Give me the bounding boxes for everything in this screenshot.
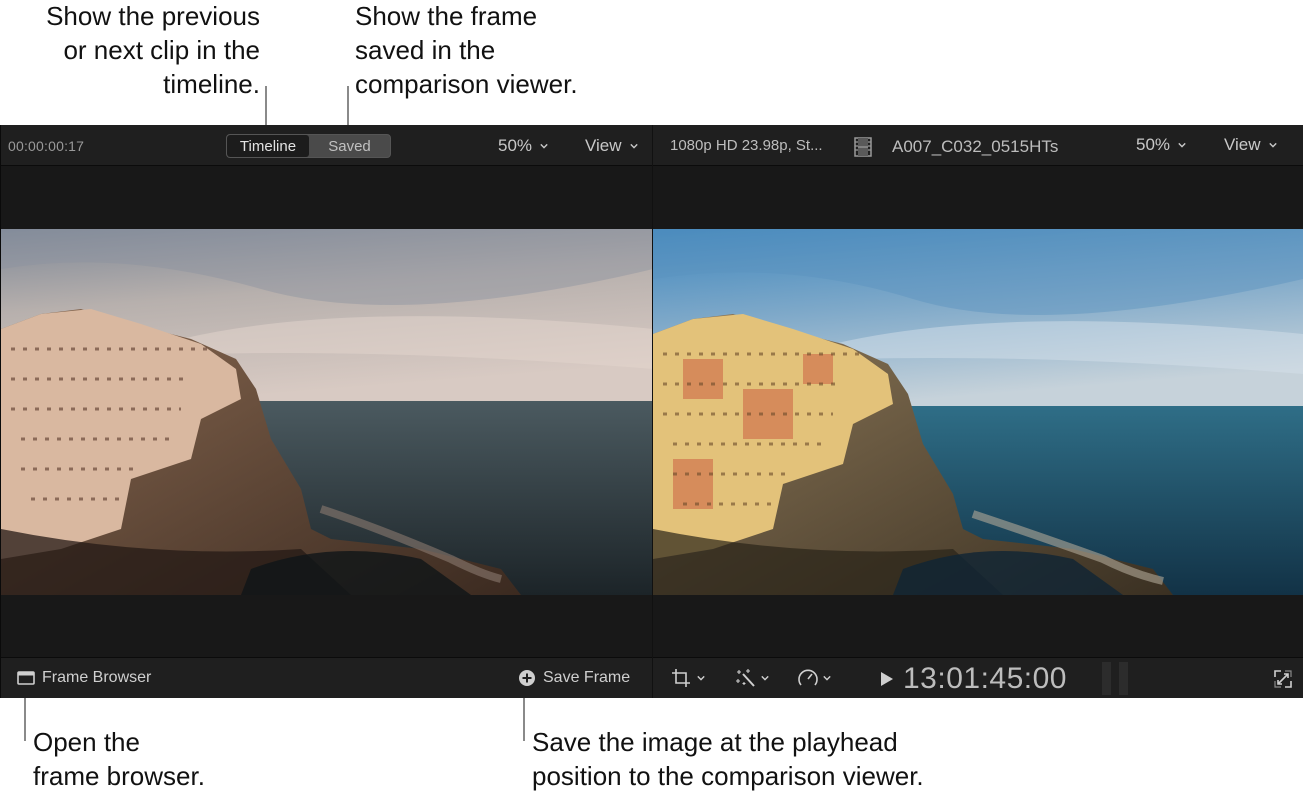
- view-label: View: [1224, 135, 1261, 154]
- timeline-saved-segmented-control[interactable]: Timeline Saved: [226, 134, 391, 158]
- comparison-viewer-bottom-bar: Frame Browser Save Frame: [1, 657, 652, 698]
- main-canvas: [653, 166, 1303, 657]
- chevron-down-icon: [1178, 142, 1186, 148]
- magic-wand-icon: [736, 669, 755, 687]
- callout-saved-frame: Show the frame saved in the comparison v…: [355, 1, 578, 99]
- callout-save-frame: Save the image at the playhead position …: [532, 727, 924, 791]
- speedometer-icon: [798, 669, 818, 686]
- main-viewer: 1080p HD 23.98p, St... A007_C032_0515HTs…: [653, 125, 1303, 698]
- comparison-viewer: 00:00:00:17 Timeline Saved 50% View Fram…: [0, 125, 652, 698]
- save-frame-label: Save Frame: [543, 669, 631, 686]
- callout-previous-next-clip: Show the previous or next clip in the ti…: [46, 1, 260, 99]
- frame-browser-label: Frame Browser: [42, 669, 152, 686]
- frame-browser-icon: [17, 671, 35, 685]
- main-viewer-bottom-bar: 13:01:45:00: [653, 657, 1303, 698]
- clip-name: A007_C032_0515HTs: [892, 137, 1059, 156]
- chevron-down-icon: [1268, 142, 1277, 148]
- chevron-down-icon: [540, 143, 548, 149]
- chevron-down-icon: [761, 675, 769, 681]
- chevron-down-icon: [629, 143, 638, 149]
- play-icon[interactable]: [881, 672, 893, 686]
- chevron-down-icon: [823, 675, 831, 681]
- main-frame-image: [653, 229, 1303, 595]
- enhance-tool-button[interactable]: [735, 668, 769, 688]
- comparison-timecode: 00:00:00:17: [8, 138, 85, 154]
- zoom-value: 50%: [1136, 135, 1171, 154]
- segment-timeline[interactable]: Timeline: [227, 135, 309, 157]
- main-zoom-dropdown[interactable]: 50%: [1136, 135, 1186, 155]
- crop-icon: [672, 669, 690, 687]
- comparison-view-dropdown[interactable]: View: [585, 136, 638, 156]
- filmstrip-icon: [854, 137, 872, 157]
- zoom-value: 50%: [498, 136, 533, 155]
- comparison-canvas: [1, 166, 652, 657]
- audio-meter-left: [1102, 662, 1111, 695]
- format-info: 1080p HD 23.98p, St...: [670, 137, 823, 154]
- chevron-down-icon: [697, 675, 705, 681]
- fullscreen-icon[interactable]: [1273, 669, 1293, 689]
- comparison-frame-image: [1, 229, 652, 595]
- main-view-dropdown[interactable]: View: [1224, 135, 1277, 155]
- village-image-graded: [653, 229, 1303, 595]
- comparison-zoom-dropdown[interactable]: 50%: [498, 136, 548, 156]
- callout-open-frame-browser: Open the frame browser.: [33, 727, 205, 791]
- retime-tool-button[interactable]: [797, 668, 831, 688]
- comparison-viewer-toolbar: 00:00:00:17 Timeline Saved 50% View: [1, 125, 652, 166]
- main-viewer-toolbar: 1080p HD 23.98p, St... A007_C032_0515HTs…: [653, 125, 1303, 166]
- crop-tool-button[interactable]: [671, 668, 705, 688]
- frame-browser-button[interactable]: Frame Browser: [17, 669, 151, 687]
- save-frame-button[interactable]: Save Frame: [518, 669, 630, 687]
- viewer-app: 00:00:00:17 Timeline Saved 50% View Fram…: [0, 125, 1303, 698]
- view-label: View: [585, 136, 622, 155]
- audio-meter-right: [1119, 662, 1128, 695]
- village-image-warm: [1, 229, 652, 595]
- main-timecode: 13:01:45:00: [903, 662, 1067, 695]
- plus-circle-icon: [519, 670, 535, 686]
- segment-saved[interactable]: Saved: [309, 135, 390, 157]
